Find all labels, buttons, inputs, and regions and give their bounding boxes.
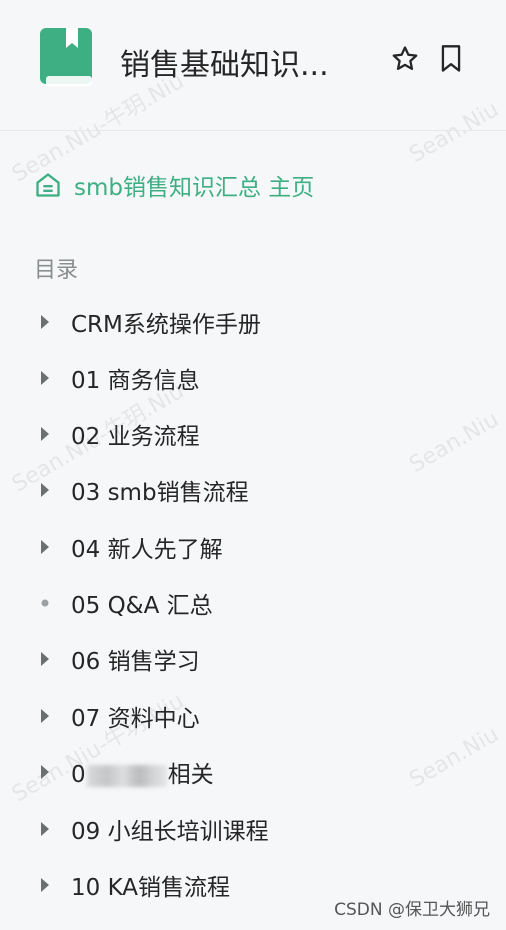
toc-item-label: 09 小组长培训课程 — [71, 819, 269, 845]
caret-right-icon[interactable] — [36, 876, 54, 894]
caret-right-icon[interactable] — [36, 538, 54, 556]
caret-right-icon[interactable] — [36, 763, 54, 781]
caret-right-icon[interactable] — [36, 650, 54, 668]
toc-item-label: 07 资料中心 — [71, 706, 200, 732]
home-link-label: smb销售知识汇总 主页 — [74, 175, 315, 201]
knowledge-base-title: 销售基础知识... — [120, 48, 329, 83]
caret-right-icon[interactable] — [36, 313, 54, 331]
toc-item-label: 03 smb销售流程 — [71, 480, 249, 506]
toc-item-business-info[interactable]: 01 商务信息 — [0, 358, 506, 398]
toc-item-label: 0 相关 — [71, 755, 214, 789]
home-icon — [36, 173, 60, 197]
toc-heading: 目录 — [34, 258, 79, 283]
knowledge-base-header: 销售基础知识... — [0, 0, 506, 131]
toc-item-label-suffix: 相关 — [167, 762, 214, 788]
source-credit: CSDN @保卫大狮兄 — [334, 900, 490, 920]
redacted-text — [86, 764, 167, 787]
toc-item-business-process[interactable]: 02 业务流程 — [0, 414, 506, 454]
toc-item-label-prefix: 0 — [71, 762, 86, 788]
toc-item-qa-summary[interactable]: 05 Q&A 汇总 — [0, 583, 506, 623]
toc-item-label: 06 销售学习 — [71, 649, 200, 675]
caret-right-icon[interactable] — [36, 481, 54, 499]
star-button[interactable] — [388, 42, 422, 76]
toc-item-crm-manual[interactable]: CRM系统操作手册 — [0, 302, 506, 342]
toc-item-label: 02 业务流程 — [71, 424, 200, 450]
toc-item-label: 04 新人先了解 — [71, 537, 223, 563]
caret-right-icon[interactable] — [36, 425, 54, 443]
toc-item-resource-center[interactable]: 07 资料中心 — [0, 696, 506, 736]
toc-item-label: 10 KA销售流程 — [71, 875, 230, 901]
book-icon — [40, 28, 92, 86]
caret-right-icon[interactable] — [36, 369, 54, 387]
home-link[interactable]: smb销售知识汇总 主页 — [34, 168, 314, 202]
bookmark-icon — [441, 45, 461, 72]
toc-item-redacted[interactable]: 0 相关 — [0, 752, 506, 792]
toc-item-sales-learning[interactable]: 06 销售学习 — [0, 639, 506, 679]
caret-right-icon[interactable] — [36, 820, 54, 838]
toc-item-smb-sales-process[interactable]: 03 smb销售流程 — [0, 470, 506, 510]
star-icon — [392, 46, 418, 70]
caret-right-icon[interactable] — [36, 707, 54, 725]
toc-item-label: 01 商务信息 — [71, 368, 200, 394]
bookmark-button[interactable] — [434, 42, 468, 76]
toc-item-team-lead-training[interactable]: 09 小组长培训课程 — [0, 809, 506, 849]
toc-item-label: CRM系统操作手册 — [71, 312, 261, 338]
dot-icon — [36, 594, 54, 612]
toc-item-label: 05 Q&A 汇总 — [71, 593, 213, 619]
toc-item-newcomer-intro[interactable]: 04 新人先了解 — [0, 527, 506, 567]
